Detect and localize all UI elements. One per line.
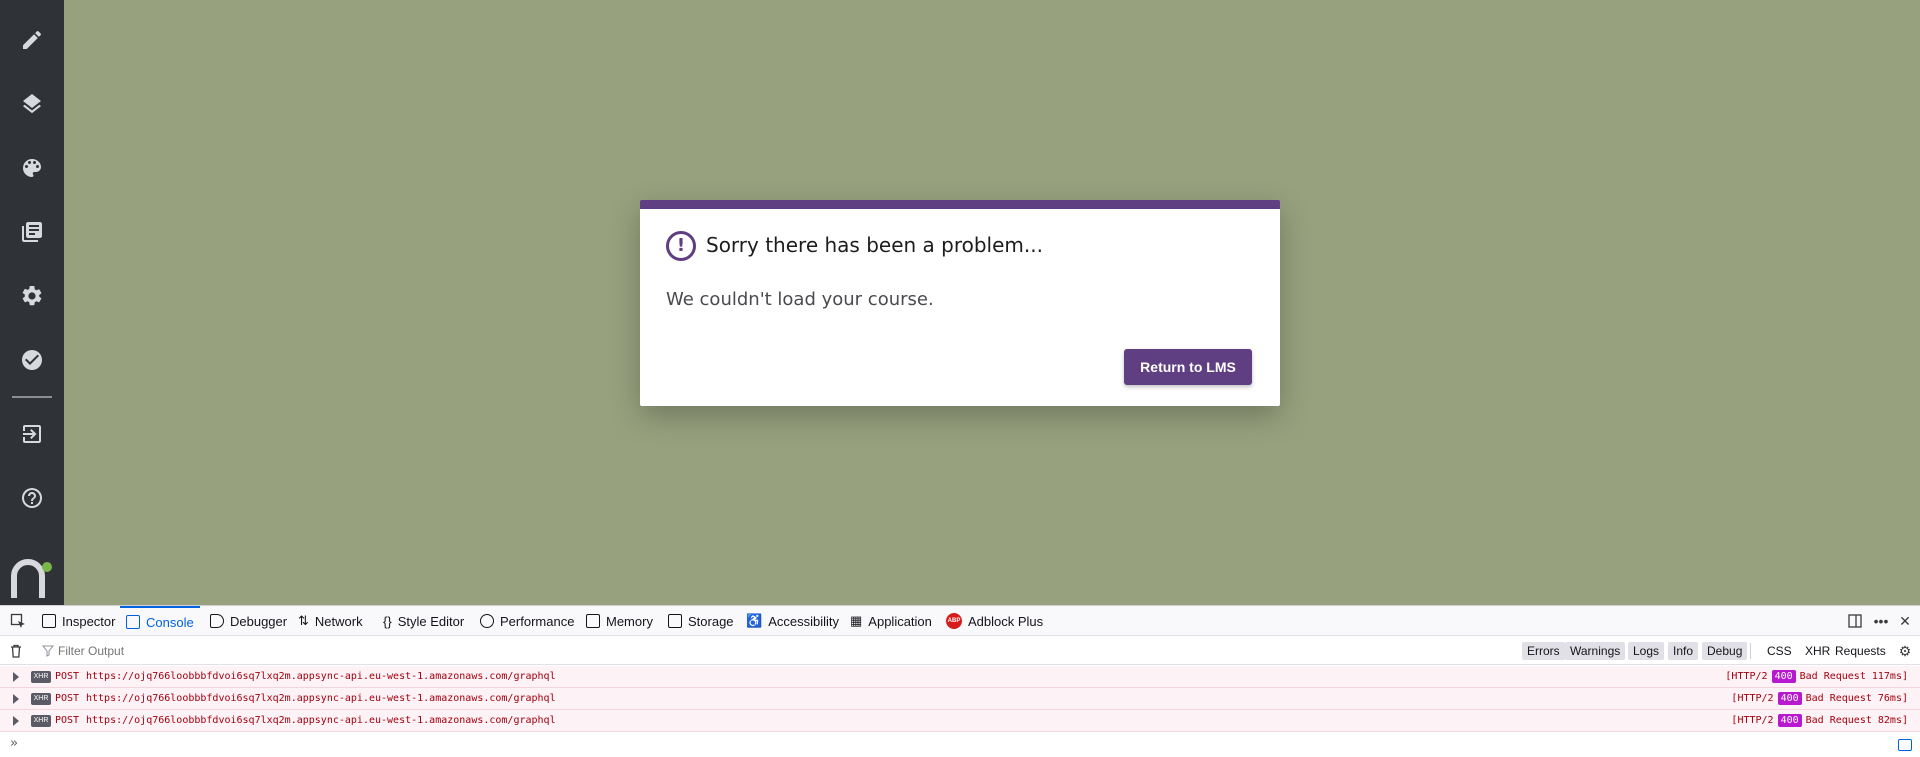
tab-label: Memory [606, 613, 653, 629]
log-url[interactable]: https://ojq766loobbbfdvoi6sq7lxq2m.appsy… [86, 715, 556, 726]
grid-icon: ▦ [850, 613, 863, 628]
log-status: [HTTP/2 400 Bad Request 117ms] [1725, 670, 1908, 683]
expand-arrow-icon[interactable] [13, 716, 19, 726]
tab-performance[interactable]: Performance [474, 606, 580, 636]
xhr-badge: XHR [31, 671, 51, 683]
tab-network[interactable]: ⇅ Network [292, 606, 369, 636]
sidebar-divider [12, 396, 52, 398]
xhr-badge: XHR [31, 715, 51, 727]
filter-logs[interactable]: Logs [1628, 642, 1665, 660]
xhr-badge: XHR [31, 693, 51, 705]
filter-warnings[interactable]: Warnings [1565, 642, 1626, 660]
log-protocol: [HTTP/2 [1725, 671, 1768, 682]
devtools-panel: Inspector Console Debugger ⇅ Network {} … [0, 605, 1920, 756]
log-url[interactable]: https://ojq766loobbbfdvoi6sq7lxq2m.appsy… [86, 693, 556, 704]
devtools-tabbar: Inspector Console Debugger ⇅ Network {} … [0, 606, 1920, 636]
tab-label: Application [868, 613, 932, 629]
accessibility-icon: ♿ [746, 613, 763, 628]
adblock-plus-icon: ABP [946, 613, 962, 629]
tab-accessibility[interactable]: ♿ Accessibility [740, 606, 845, 636]
tab-storage[interactable]: Storage [662, 606, 740, 636]
tab-console[interactable]: Console [120, 606, 200, 636]
debugger-icon [210, 614, 224, 628]
log-status-text: Bad Request 76ms] [1805, 693, 1908, 704]
tab-label: Network [314, 613, 363, 629]
return-to-lms-button[interactable]: Return to LMS [1124, 349, 1252, 385]
filter-info[interactable]: Info [1668, 642, 1699, 660]
exit-icon[interactable] [12, 414, 52, 454]
storage-icon [668, 614, 682, 628]
trash-icon[interactable] [8, 643, 24, 659]
expand-arrow-icon[interactable] [13, 672, 19, 682]
online-status-dot [42, 562, 52, 572]
log-status-text: Bad Request 117ms] [1799, 671, 1908, 682]
tab-memory[interactable]: Memory [580, 606, 659, 636]
close-icon[interactable]: ✕ [1896, 612, 1914, 630]
dock-side-icon[interactable] [1846, 612, 1864, 630]
error-dialog: ! Sorry there has been a problem... We c… [640, 200, 1280, 406]
tab-label: Adblock Plus [968, 613, 1044, 629]
console-prompt: » [10, 736, 18, 751]
console-input-row[interactable]: » [0, 731, 1920, 757]
pencil-icon[interactable] [12, 20, 52, 60]
split-console-icon[interactable] [1898, 739, 1912, 751]
status-code-badge: 400 [1771, 670, 1796, 683]
expand-arrow-icon[interactable] [13, 694, 19, 704]
tab-label: Inspector [62, 613, 116, 629]
filter-separator [1750, 643, 1751, 659]
tab-application[interactable]: ▦ Application [844, 606, 938, 636]
library-icon[interactable] [12, 212, 52, 252]
log-protocol: [HTTP/2 [1731, 693, 1774, 704]
network-icon: ⇅ [298, 613, 309, 628]
app-viewport: ! Sorry there has been a problem... We c… [0, 0, 1920, 605]
log-row[interactable]: XHR POST https://ojq766loobbbfdvoi6sq7lx… [0, 666, 1920, 688]
tab-label: Debugger [230, 613, 288, 629]
log-status: [HTTP/2 400 Bad Request 76ms] [1731, 692, 1908, 705]
tab-label: Accessibility [768, 613, 839, 629]
dialog-message: We couldn't load your course. [666, 289, 934, 310]
filter-css[interactable]: CSS [1762, 642, 1797, 660]
sidebar [0, 0, 64, 605]
tab-style-editor[interactable]: {} Style Editor [377, 606, 470, 636]
status-code-badge: 400 [1777, 692, 1802, 705]
filter-output-input[interactable] [38, 640, 598, 662]
alert-circle-icon: ! [666, 231, 696, 261]
log-url[interactable]: https://ojq766loobbbfdvoi6sq7lxq2m.appsy… [86, 671, 556, 682]
log-method: POST [55, 671, 80, 682]
tab-label: Console [146, 614, 194, 630]
log-row[interactable]: XHR POST https://ojq766loobbbfdvoi6sq7lx… [0, 688, 1920, 710]
tab-debugger[interactable]: Debugger [204, 606, 293, 636]
console-icon [126, 615, 140, 629]
braces-icon: {} [383, 613, 392, 629]
gauge-icon [480, 614, 494, 628]
palette-icon[interactable] [12, 148, 52, 188]
console-filterbar: Errors Warnings Logs Info Debug CSS XHR … [0, 637, 1920, 665]
log-method: POST [55, 715, 80, 726]
filter-debug[interactable]: Debug [1702, 642, 1748, 660]
gear-icon[interactable] [12, 276, 52, 316]
tab-adblock-plus[interactable]: ABP Adblock Plus [940, 606, 1049, 636]
layers-icon[interactable] [12, 84, 52, 124]
tab-label: Style Editor [397, 613, 465, 629]
log-protocol: [HTTP/2 [1731, 715, 1774, 726]
log-row[interactable]: XHR POST https://ojq766loobbbfdvoi6sq7lx… [0, 710, 1920, 732]
tab-label: Storage [688, 613, 734, 629]
dialog-title: Sorry there has been a problem... [706, 233, 1043, 257]
tab-label: Performance [500, 613, 575, 629]
more-options-icon[interactable]: ••• [1872, 612, 1890, 630]
status-code-badge: 400 [1777, 714, 1802, 727]
filter-errors[interactable]: Errors [1522, 642, 1565, 660]
log-status: [HTTP/2 400 Bad Request 82ms] [1731, 714, 1908, 727]
check-circle-icon[interactable] [12, 340, 52, 380]
chip-icon [586, 614, 600, 628]
inspector-icon [42, 614, 56, 628]
log-method: POST [55, 693, 80, 704]
settings-gear-icon[interactable]: ⚙ [1896, 642, 1914, 660]
help-icon[interactable] [12, 478, 52, 518]
log-status-text: Bad Request 82ms] [1805, 715, 1908, 726]
element-picker-icon[interactable] [4, 606, 32, 636]
tab-inspector[interactable]: Inspector [36, 606, 121, 636]
filter-requests[interactable]: Requests [1830, 642, 1891, 660]
